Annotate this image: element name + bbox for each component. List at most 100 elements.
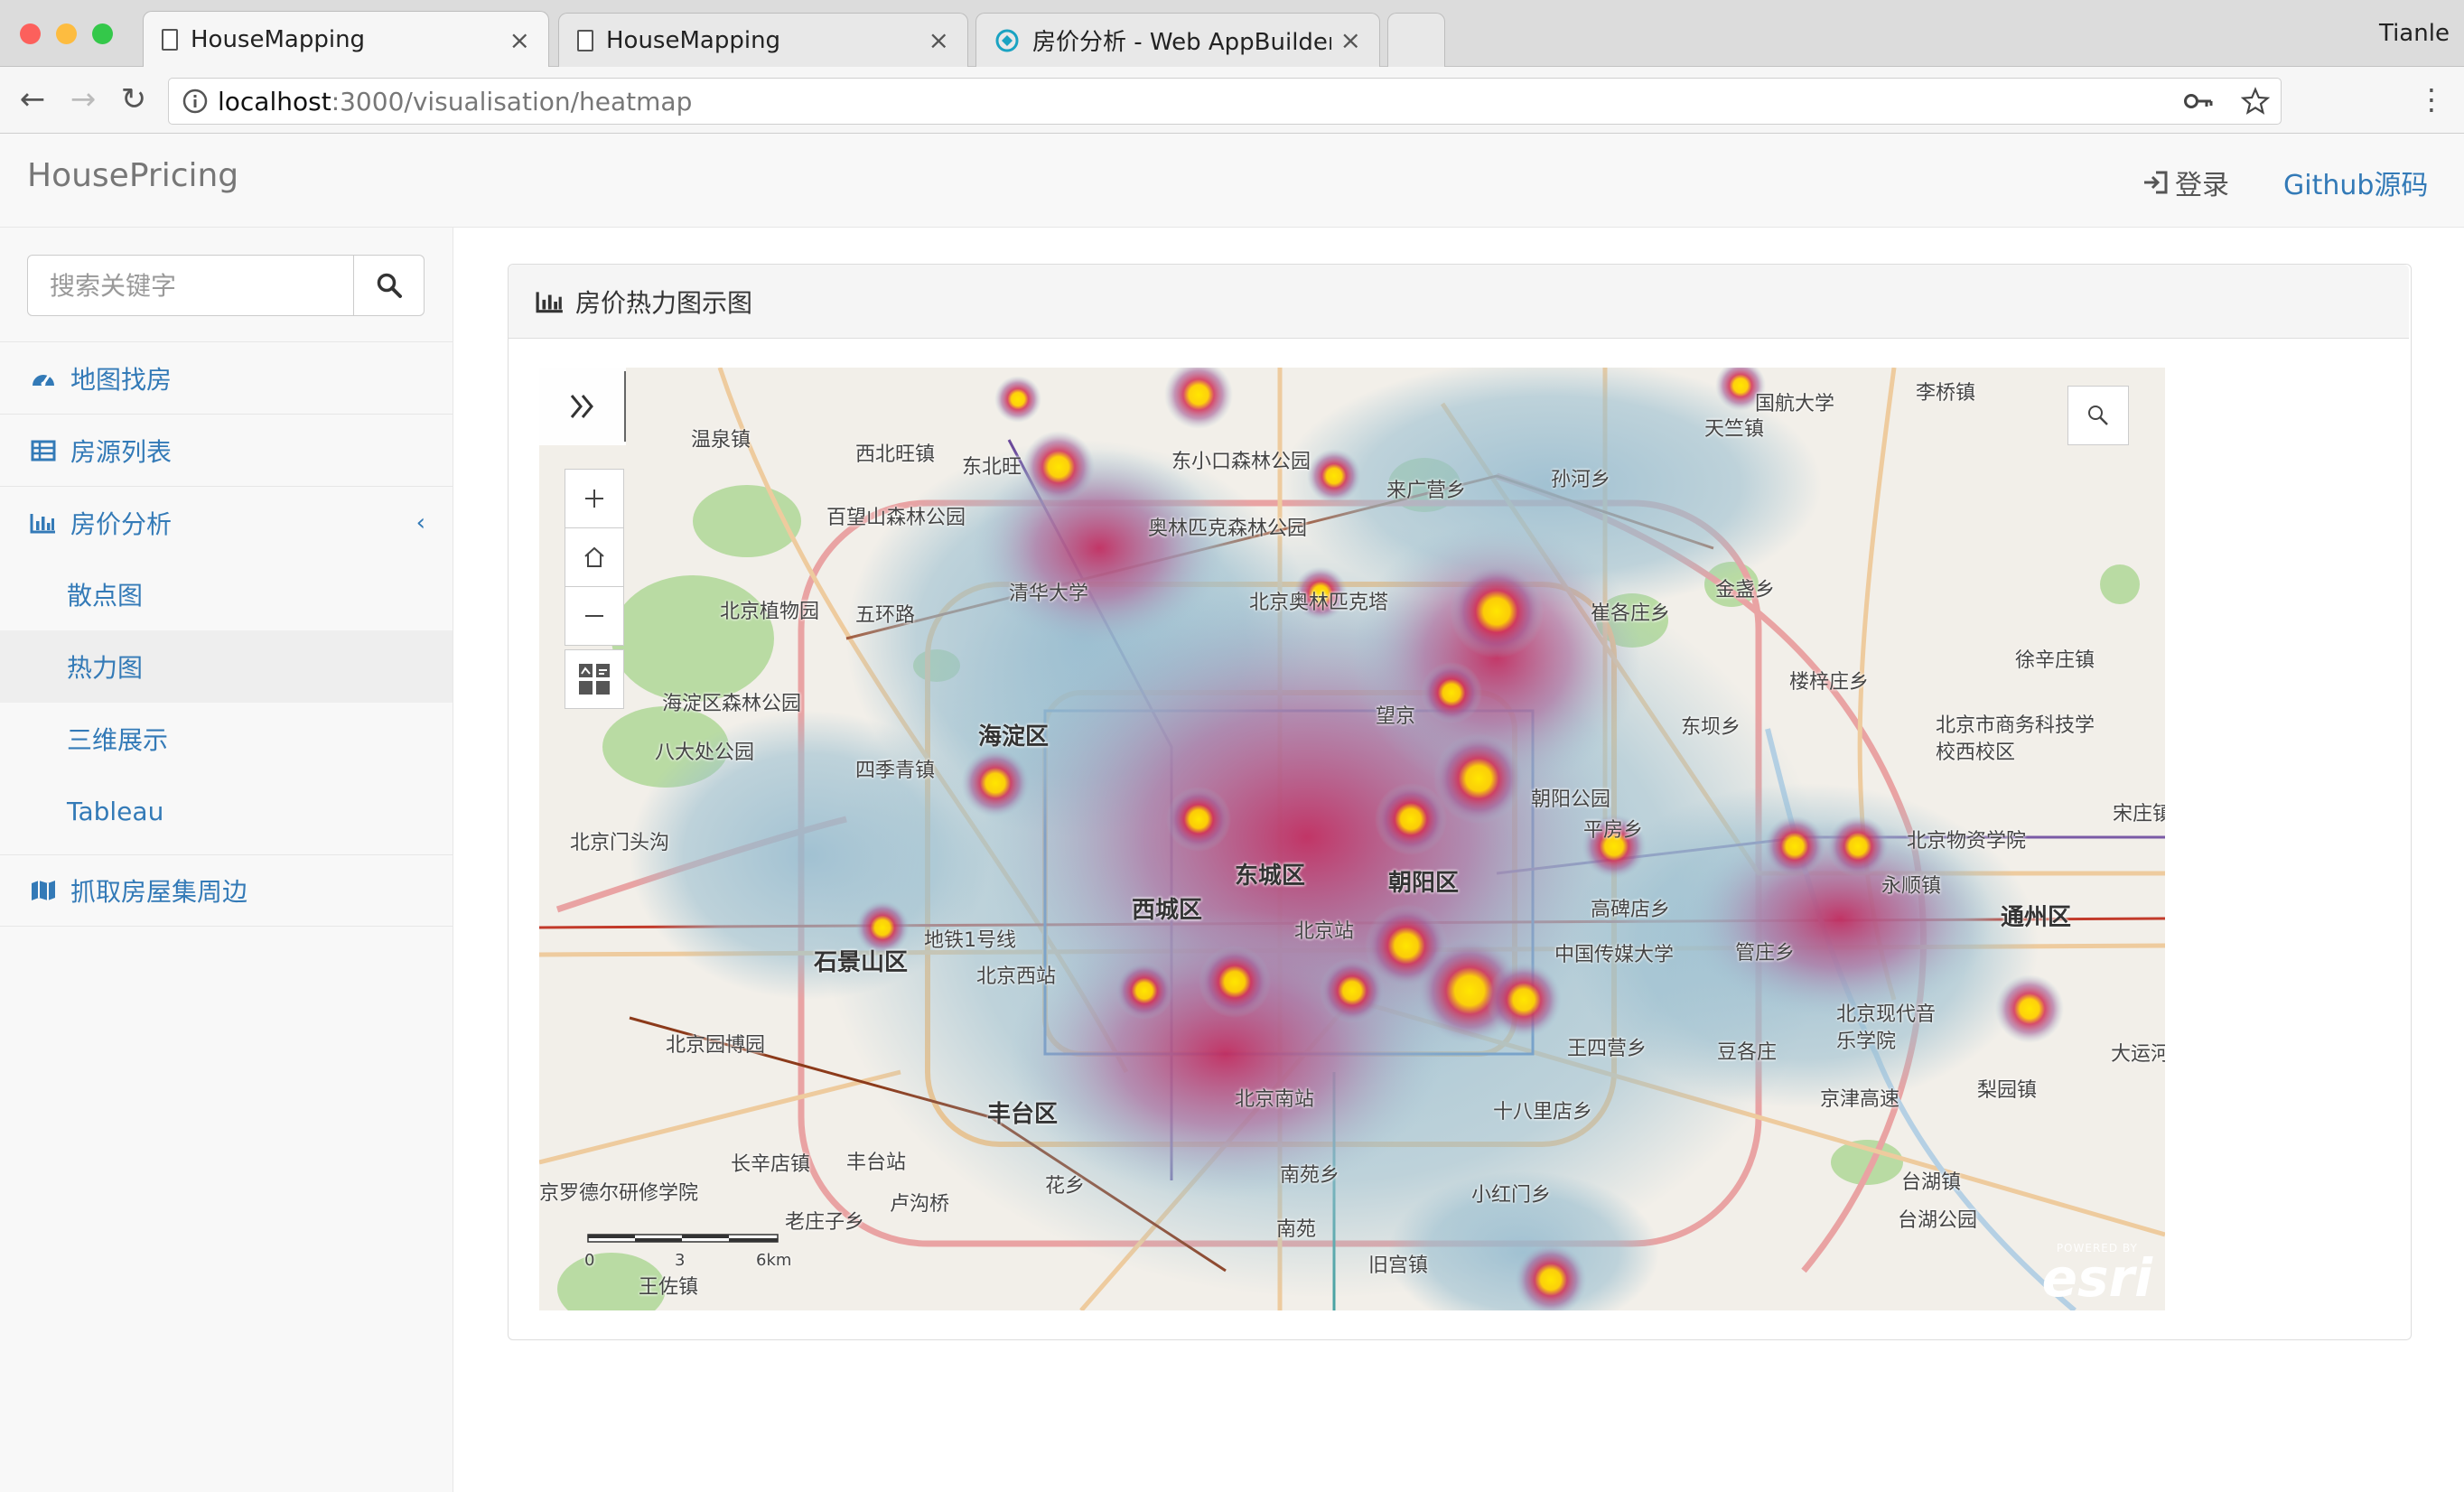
url-text[interactable]: localhost:3000/visualisation/heatmap <box>218 87 692 117</box>
sidebar-item-price-analysis[interactable]: 房价分析 ‹ <box>0 486 453 558</box>
url-host: localhost <box>218 86 331 117</box>
browser-toolbar: ← → ↻ localhost:3000/visualisation/heatm… <box>0 67 2464 134</box>
info-icon[interactable] <box>182 88 209 115</box>
bar-chart-icon <box>536 291 563 312</box>
map-place-label: 八大处公园 <box>655 741 755 764</box>
scale-bar: 0 3 6km <box>584 1229 791 1283</box>
zoom-window-button[interactable] <box>92 23 113 44</box>
basemap-gallery-button[interactable] <box>565 649 624 709</box>
login-link[interactable]: 登录 <box>2142 163 2229 202</box>
map-place-label: 北京奥林匹克塔 <box>1249 592 1389 614</box>
map-place-label: 北京南站 <box>1235 1088 1315 1111</box>
close-tab-icon[interactable]: × <box>509 25 530 55</box>
sidebar-item-map-search[interactable]: 地图找房 <box>0 341 453 414</box>
minimize-window-button[interactable] <box>56 23 77 44</box>
map-place-label: 高碑店乡 <box>1591 899 1671 921</box>
sign-in-icon <box>2144 171 2168 194</box>
login-label: 登录 <box>2175 170 2229 201</box>
table-icon <box>27 440 60 462</box>
zoom-out-button[interactable] <box>565 586 624 646</box>
browser-tab[interactable]: HouseMapping × <box>558 13 968 67</box>
map-place-label: 花乡 <box>1045 1175 1086 1198</box>
home-button[interactable] <box>565 527 624 587</box>
search-input[interactable] <box>27 255 354 316</box>
scale-tick-label: 6km <box>756 1251 792 1270</box>
brand-logo[interactable]: HousePricing <box>27 157 238 194</box>
map-place-label: 望京 <box>1376 705 1416 728</box>
map-place-label: 东小口森林公园 <box>1171 451 1311 473</box>
back-arrow-icon[interactable]: ← <box>13 79 52 119</box>
esri-wordmark: esri <box>2041 1247 2152 1309</box>
map-place-label: 管庄乡 <box>1735 942 1796 965</box>
chevron-left-icon[interactable]: ‹ <box>416 509 425 536</box>
map-place-label: 徐辛庄镇 <box>2015 649 2095 672</box>
map-place-label: 孙河乡 <box>1551 469 1611 491</box>
key-icon[interactable] <box>2183 90 2214 112</box>
star-icon[interactable] <box>2241 87 2270 116</box>
map-place-label: 海淀区 <box>978 723 1050 751</box>
sidebar-subitem-3d[interactable]: 三维展示 <box>0 703 453 775</box>
map-place-label: 通州区 <box>2001 904 2072 931</box>
sidebar-item-listings[interactable]: 房源列表 <box>0 414 453 486</box>
widget-panel-toggle[interactable] <box>539 368 626 445</box>
plus-icon <box>585 490 603 508</box>
map-place-label: 台湖公园 <box>1898 1209 1978 1232</box>
sidebar-subitem-label: 散点图 <box>67 581 144 611</box>
zoom-in-button[interactable] <box>565 469 624 528</box>
sidebar-subitem-heatmap[interactable]: 热力图 <box>0 630 453 703</box>
map-place-label: 李桥镇 <box>1916 382 1976 405</box>
map-place-label: 中国传媒大学 <box>1554 944 1675 966</box>
search-button[interactable] <box>354 255 425 316</box>
map-place-label: 朝阳公园 <box>1531 788 1611 811</box>
sidebar-subitem-label: 三维展示 <box>67 725 169 755</box>
sidebar-search <box>27 255 425 316</box>
map-place-label: 楼梓庄乡 <box>1789 671 1870 694</box>
double-chevron-right-icon <box>570 395 593 418</box>
browser-tab[interactable]: 房价分析 - Web AppBuilder for × <box>975 13 1380 67</box>
sidebar-item-label: 房价分析 <box>70 508 173 539</box>
tab-title: 房价分析 - Web AppBuilder for <box>1032 29 1331 56</box>
scale-tick-label: 3 <box>675 1251 686 1270</box>
new-tab-button[interactable] <box>1387 13 1445 67</box>
map-place-label: 温泉镇 <box>691 429 751 452</box>
map-place-label: 来广营乡 <box>1386 480 1467 502</box>
profile-name[interactable]: Tianle <box>2379 20 2450 47</box>
map-place-label: 梨园镇 <box>1977 1079 2038 1102</box>
sidebar-item-crawl-surroundings[interactable]: 抓取房屋集周边 <box>0 854 453 927</box>
close-tab-icon[interactable]: × <box>1340 25 1361 55</box>
forward-arrow-icon[interactable]: → <box>63 79 103 119</box>
map-place-label: 永顺镇 <box>1881 875 1942 898</box>
map-place-label: 京津高速 <box>1820 1088 1900 1111</box>
map-place-label: 奥林匹克森林公园 <box>1148 518 1308 540</box>
search-icon <box>377 273 402 298</box>
browser-menu-icon[interactable]: ⋮ <box>2412 79 2451 119</box>
map-place-label: 西城区 <box>1132 897 1203 924</box>
esri-logo[interactable]: POWERED BY esri <box>2041 1242 2152 1309</box>
map-place-label: 金盏乡 <box>1715 579 1776 601</box>
map-place-label: 北京站 <box>1294 920 1355 943</box>
map-place-label: 东坝乡 <box>1681 716 1741 739</box>
browser-tab-bar: HouseMapping × HouseMapping × 房价分析 - Web… <box>0 0 2464 68</box>
map-place-label: 丰台站 <box>846 1152 907 1174</box>
heatmap-panel: 房价热力图示图 温泉镇 西北旺镇 东北旺 百望山森林公园 清华大学 北京植物园 … <box>508 264 2412 1340</box>
reload-icon[interactable]: ↻ <box>114 79 154 119</box>
sidebar-subitem-label: 热力图 <box>67 653 144 683</box>
map-place-label: 卢沟桥 <box>890 1193 950 1216</box>
map-search-button[interactable] <box>2067 386 2129 445</box>
map-place-label: 地铁1号线 <box>924 929 1016 952</box>
sidebar-subitem-scatter[interactable]: 散点图 <box>0 558 453 630</box>
map-place-label: 北京市商务科技学校西校区 <box>1936 714 2095 764</box>
map-place-label: 朝阳区 <box>1388 870 1460 897</box>
heatmap-map[interactable]: 温泉镇 西北旺镇 东北旺 百望山森林公园 清华大学 北京植物园 五环路 海淀区森… <box>539 368 2165 1310</box>
github-source-link[interactable]: Github源码 <box>2283 163 2428 202</box>
close-tab-icon[interactable]: × <box>929 25 949 55</box>
address-bar[interactable]: localhost:3000/visualisation/heatmap <box>168 78 2282 125</box>
sidebar-subitem-tableau[interactable]: Tableau <box>0 775 453 847</box>
map-place-label: 豆各庄 <box>1717 1041 1778 1064</box>
page-icon <box>577 29 593 51</box>
basemap-gallery-icon <box>579 664 610 695</box>
map-place-label: 京罗德尔研修学院 <box>539 1182 699 1205</box>
browser-tab[interactable]: HouseMapping × <box>143 11 549 68</box>
map-place-label: 丰台区 <box>987 1101 1059 1128</box>
close-window-button[interactable] <box>20 23 41 44</box>
